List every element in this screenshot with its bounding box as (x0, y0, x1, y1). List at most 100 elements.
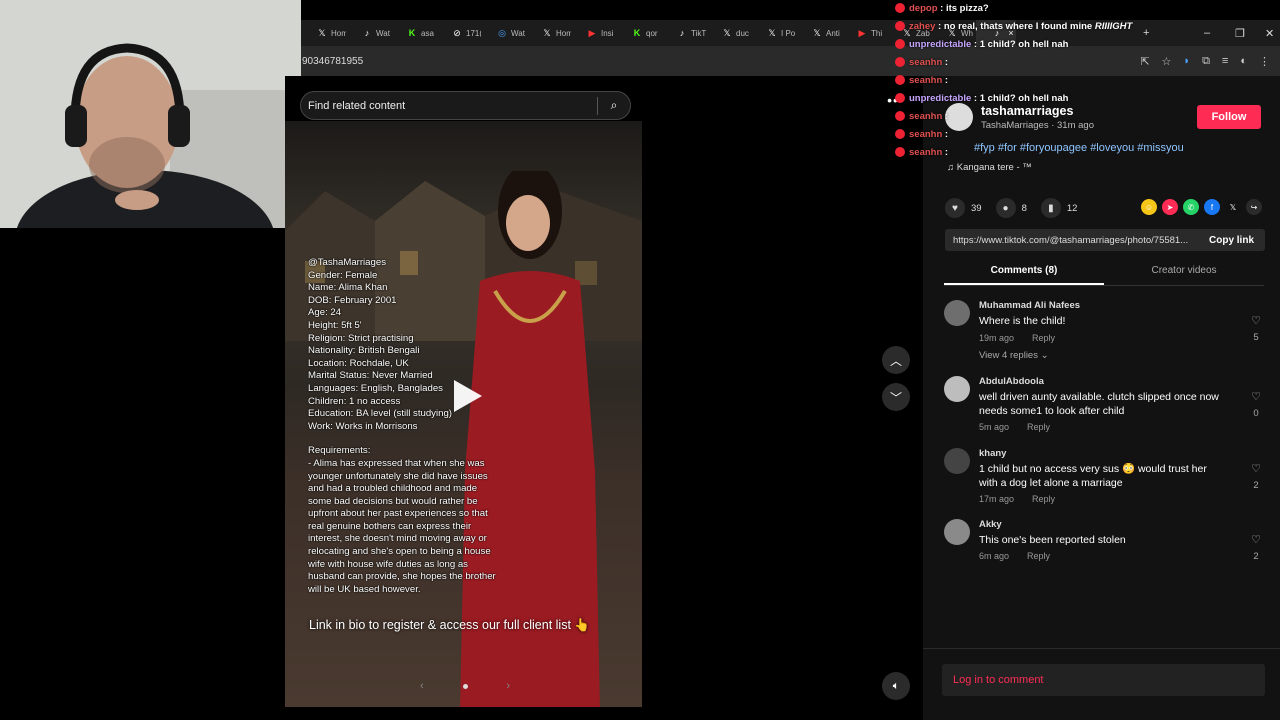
follow-button[interactable]: Follow (1197, 105, 1261, 129)
browser-tab[interactable]: ▶ Thi (841, 20, 886, 46)
like-button[interactable]: ♥ 39 (945, 198, 982, 218)
chat-message: unpredictable : 1 child? oh hell nah (895, 90, 1185, 108)
chat-text: : (942, 147, 949, 158)
view-replies-button[interactable]: View 4 replies ⌄ (979, 350, 1049, 361)
volume-button[interactable]: 🔈︎ (882, 672, 910, 700)
chat-message: seanhn : (895, 126, 1185, 144)
browser-tab[interactable]: ◎ Wat (481, 20, 526, 46)
heart-outline-icon[interactable]: ♡ (1249, 390, 1263, 403)
chat-badge-icon (895, 57, 905, 68)
reply-button[interactable]: Reply (1027, 422, 1050, 432)
chevron-left-icon[interactable]: ‹ (420, 680, 424, 692)
overlay-line: Gender: Female (308, 269, 378, 281)
browser-tab[interactable]: ⊘ 171( (436, 20, 481, 46)
search-input[interactable]: Find related content (301, 100, 597, 112)
browser-tab[interactable]: 𝕏 Anti (796, 20, 841, 46)
save-button[interactable]: ▮ 12 (1040, 198, 1077, 218)
chevron-down-icon: ⌄ (1040, 350, 1049, 361)
carousel-dot[interactable] (462, 683, 468, 689)
next-post-button[interactable]: ﹀ (882, 383, 910, 411)
login-to-comment-bar[interactable]: Log in to comment (942, 664, 1265, 696)
search-bar[interactable]: Find related content ⌕ (300, 91, 631, 120)
chat-text: : 1 child? oh hell nah (971, 93, 1069, 104)
comment-author[interactable]: Akky (979, 519, 1002, 530)
share-snap-icon[interactable]: ☺ (1141, 199, 1157, 215)
overlay-line: Education: BA level (still studying) (308, 408, 452, 420)
tab-comments[interactable]: Comments (8) (944, 262, 1104, 285)
browser-tab[interactable]: 𝕏I Po (751, 20, 796, 46)
profile-icon[interactable]: ◐ (1240, 55, 1247, 67)
comment-text: well driven aunty available. clutch slip… (979, 391, 1219, 417)
previous-post-button[interactable]: ︿ (882, 346, 910, 374)
share-facebook-icon[interactable]: f (1204, 199, 1220, 215)
comment-item: khany 1 child but no access very sus 😳 w… (944, 448, 1264, 504)
heart-outline-icon[interactable]: ♡ (1249, 462, 1263, 475)
comment-icon: ● (995, 198, 1016, 218)
youtube-icon: ▶ (858, 28, 866, 38)
minimize-button[interactable]: – (1204, 20, 1210, 46)
avatar[interactable] (944, 300, 970, 326)
share-whatsapp-icon[interactable]: ✆ (1183, 199, 1199, 215)
maximize-button[interactable]: ❐ (1235, 20, 1245, 46)
chat-username: seanhn (909, 129, 943, 140)
heart-outline-icon[interactable]: ♡ (1249, 314, 1263, 327)
overlay-line: @TashaMarriages (308, 257, 386, 268)
music-label[interactable]: ♫ Kangana tere - ™ (947, 162, 1032, 173)
comment-author[interactable]: Muhammad Ali Nafees (979, 300, 1080, 311)
requirements-text: Requirements: - Alima has expressed that … (308, 445, 528, 596)
reply-button[interactable]: Reply (1032, 333, 1055, 343)
browser-tab[interactable]: Kqor (616, 20, 661, 46)
music-note-icon: ♫ (947, 162, 957, 173)
share-x-icon[interactable]: 𝕏 (1225, 199, 1241, 215)
close-window-button[interactable]: ✕ (1265, 20, 1274, 46)
chat-badge-icon (895, 93, 905, 104)
reply-button[interactable]: Reply (1027, 551, 1050, 561)
avatar[interactable] (944, 448, 970, 474)
chat-badge-icon (895, 129, 905, 140)
tab-creator-videos[interactable]: Creator videos (1104, 262, 1264, 285)
chat-badge-icon (895, 3, 905, 14)
share-link-text[interactable]: https://www.tiktok.com/@tashamarriages/p… (945, 235, 1197, 246)
stream-chat-overlay: depop : its pizza? zahey : no real, thats… (895, 0, 1185, 162)
chat-text: : its pizza? (937, 3, 989, 14)
comment-meta: 17m ago Reply (979, 494, 1056, 504)
engagement-stats: ♥ 39 ● 8 ▮ 12 (945, 198, 1091, 218)
chat-text: : (942, 75, 949, 86)
copy-link-button[interactable]: Copy link (1197, 235, 1254, 246)
chat-username: seanhn (909, 147, 943, 158)
comment-author[interactable]: khany (979, 448, 1006, 459)
chevron-right-icon[interactable]: › (506, 680, 510, 692)
tiktok-icon: ♪ (679, 28, 685, 38)
browser-tab[interactable]: 𝕏 Hom (301, 20, 346, 46)
url-text[interactable]: 90346781955 (301, 56, 363, 67)
browser-tab[interactable]: ▶ Insi (571, 20, 616, 46)
minimize-icon: – (1204, 27, 1211, 39)
play-icon[interactable] (446, 376, 486, 416)
avatar[interactable] (944, 376, 970, 402)
comment-author[interactable]: AbdulAbdoola (979, 376, 1044, 387)
browser-tab[interactable]: ♪ Wat (346, 20, 391, 46)
media-icon[interactable]: ≡ (1222, 55, 1228, 67)
bookmark-icon: ▮ (1040, 198, 1061, 218)
comment-button[interactable]: ● 8 (995, 198, 1027, 218)
browser-tab[interactable]: 𝕏 Hom (526, 20, 571, 46)
share-arrow-icon[interactable]: ↪ (1246, 199, 1262, 215)
share-link-row: https://www.tiktok.com/@tashamarriages/p… (945, 229, 1265, 251)
reply-button[interactable]: Reply (1032, 494, 1055, 504)
browser-tab[interactable]: Kasa (391, 20, 436, 46)
share-send-icon[interactable]: ➤ (1162, 199, 1178, 215)
overlay-line: Nationality: British Bengali (308, 345, 420, 357)
search-icon[interactable]: ⌕ (598, 98, 630, 113)
tiktok-icon: ♪ (364, 28, 370, 38)
requirements-line: - Alima has expressed that when she was (308, 457, 485, 469)
menu-icon[interactable]: ⋮ (1259, 55, 1270, 68)
comment-like-count: 2 (1253, 551, 1259, 562)
profile-details: @TashaMarriages Gender: Female Name: Alima… (308, 257, 528, 433)
chat-badge-icon (895, 75, 905, 86)
browser-tab[interactable]: ♪ TikT (661, 20, 706, 46)
heart-outline-icon[interactable]: ♡ (1249, 533, 1263, 546)
browser-tab[interactable]: 𝕏duc (706, 20, 751, 46)
puzzle-icon[interactable]: ⧉ (1202, 55, 1210, 68)
chat-username: seanhn (909, 75, 943, 86)
avatar[interactable] (944, 519, 970, 545)
